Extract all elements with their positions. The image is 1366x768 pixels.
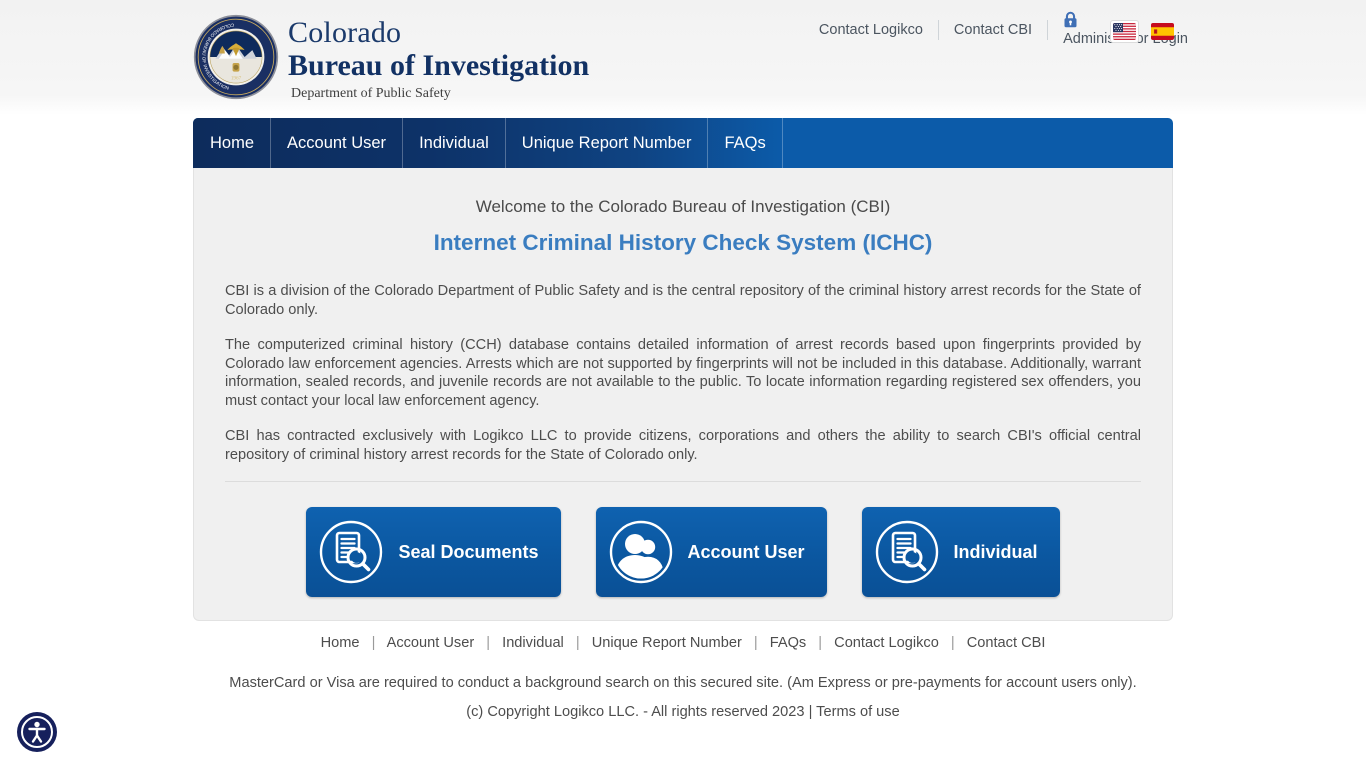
nav-item-individual[interactable]: Individual <box>403 118 506 168</box>
footer-separator: | <box>575 635 580 651</box>
cbi-seal-icon: 1967 COLORADO BUREAU OF INVESTIGATION <box>193 14 279 100</box>
footer-navigation: Home | Account User | Individual | Uniqu… <box>0 632 1366 654</box>
lock-icon <box>1064 11 1077 27</box>
page-root: 1967 COLORADO BUREAU OF INVESTIGATION Co… <box>0 0 1366 768</box>
paragraph-3: CBI has contracted exclusively with Logi… <box>225 428 1141 463</box>
footer-separator: | <box>818 635 823 651</box>
seal-documents-button[interactable]: Seal Documents <box>306 507 561 597</box>
footer-separator: | <box>808 704 813 720</box>
content-panel: Welcome to the Colorado Bureau of Invest… <box>193 168 1173 621</box>
paragraph-2: The computerized criminal history (CCH) … <box>225 337 1141 409</box>
individual-button[interactable]: Individual <box>861 507 1060 597</box>
language-flags <box>1110 20 1176 43</box>
flag-us-button[interactable] <box>1110 20 1139 43</box>
footer-link-home[interactable]: Home <box>321 635 360 651</box>
footer-separator: | <box>753 635 758 651</box>
footer-link-contact-cbi[interactable]: Contact CBI <box>967 635 1046 651</box>
brand-line-bureau: Bureau of Investigation <box>288 49 590 82</box>
main-navigation: Home Account User Individual Unique Repo… <box>193 118 1173 168</box>
flag-us-icon <box>1113 23 1136 40</box>
nav-item-home[interactable]: Home <box>193 118 272 168</box>
footer-link-individual[interactable]: Individual <box>502 635 564 651</box>
link-contact-cbi[interactable]: Contact CBI <box>939 19 1047 41</box>
flag-spain-button[interactable] <box>1149 21 1176 42</box>
nav-item-unique-report-number[interactable]: Unique Report Number <box>506 118 709 168</box>
flag-spain-icon <box>1151 23 1174 40</box>
account-user-label: Account User <box>687 541 805 562</box>
terms-of-use-link[interactable]: Terms of use <box>816 704 900 720</box>
document-search-icon <box>320 520 383 584</box>
footer-link-account-user[interactable]: Account User <box>387 635 475 651</box>
accessibility-person-icon <box>17 712 57 752</box>
document-search-icon <box>875 520 938 584</box>
footer-link-contact-logikco[interactable]: Contact Logikco <box>834 635 939 651</box>
footer-separator: | <box>950 635 955 651</box>
copyright-line: (c) Copyright Logikco LLC. - All rights … <box>0 693 1366 722</box>
nav-items-group: Home Account User Individual Unique Repo… <box>193 118 783 168</box>
paragraph-1: CBI is a division of the Colorado Depart… <box>225 283 1141 318</box>
link-contact-logikco[interactable]: Contact Logikco <box>804 19 938 41</box>
brand-line-department: Department of Public Safety <box>291 86 451 101</box>
action-buttons: Seal Documents Account User Individual <box>194 482 1172 597</box>
body-paragraphs: CBI is a division of the Colorado Depart… <box>225 256 1141 464</box>
footer-link-unique-report-number[interactable]: Unique Report Number <box>592 635 742 651</box>
nav-item-faqs[interactable]: FAQs <box>708 118 783 168</box>
accessibility-widget-button[interactable] <box>16 711 58 753</box>
footer-separator: | <box>371 635 376 651</box>
seal-documents-label: Seal Documents <box>398 541 539 562</box>
nav-item-account-user[interactable]: Account User <box>271 118 404 168</box>
brand-block: 1967 COLORADO BUREAU OF INVESTIGATION Co… <box>193 13 589 103</box>
site-footer: Home | Account User | Individual | Uniqu… <box>0 632 1366 722</box>
payment-note: MasterCard or Visa are required to condu… <box>229 675 1137 691</box>
page-title: Internet Criminal History Check System (… <box>433 230 933 255</box>
footer-link-faqs[interactable]: FAQs <box>770 635 807 651</box>
individual-label: Individual <box>953 541 1038 562</box>
copyright-text: (c) Copyright Logikco LLC. - All rights … <box>466 704 805 720</box>
site-header: 1967 COLORADO BUREAU OF INVESTIGATION Co… <box>0 0 1366 115</box>
footer-separator: | <box>486 635 491 651</box>
account-user-button[interactable]: Account User <box>595 507 827 597</box>
users-icon <box>609 520 672 584</box>
brand-line-colorado: Colorado <box>288 16 402 49</box>
svg-text:1967: 1967 <box>231 75 242 81</box>
welcome-text: Welcome to the Colorado Bureau of Invest… <box>475 197 891 216</box>
brand-text: Colorado Bureau of Investigation Departm… <box>288 13 589 103</box>
